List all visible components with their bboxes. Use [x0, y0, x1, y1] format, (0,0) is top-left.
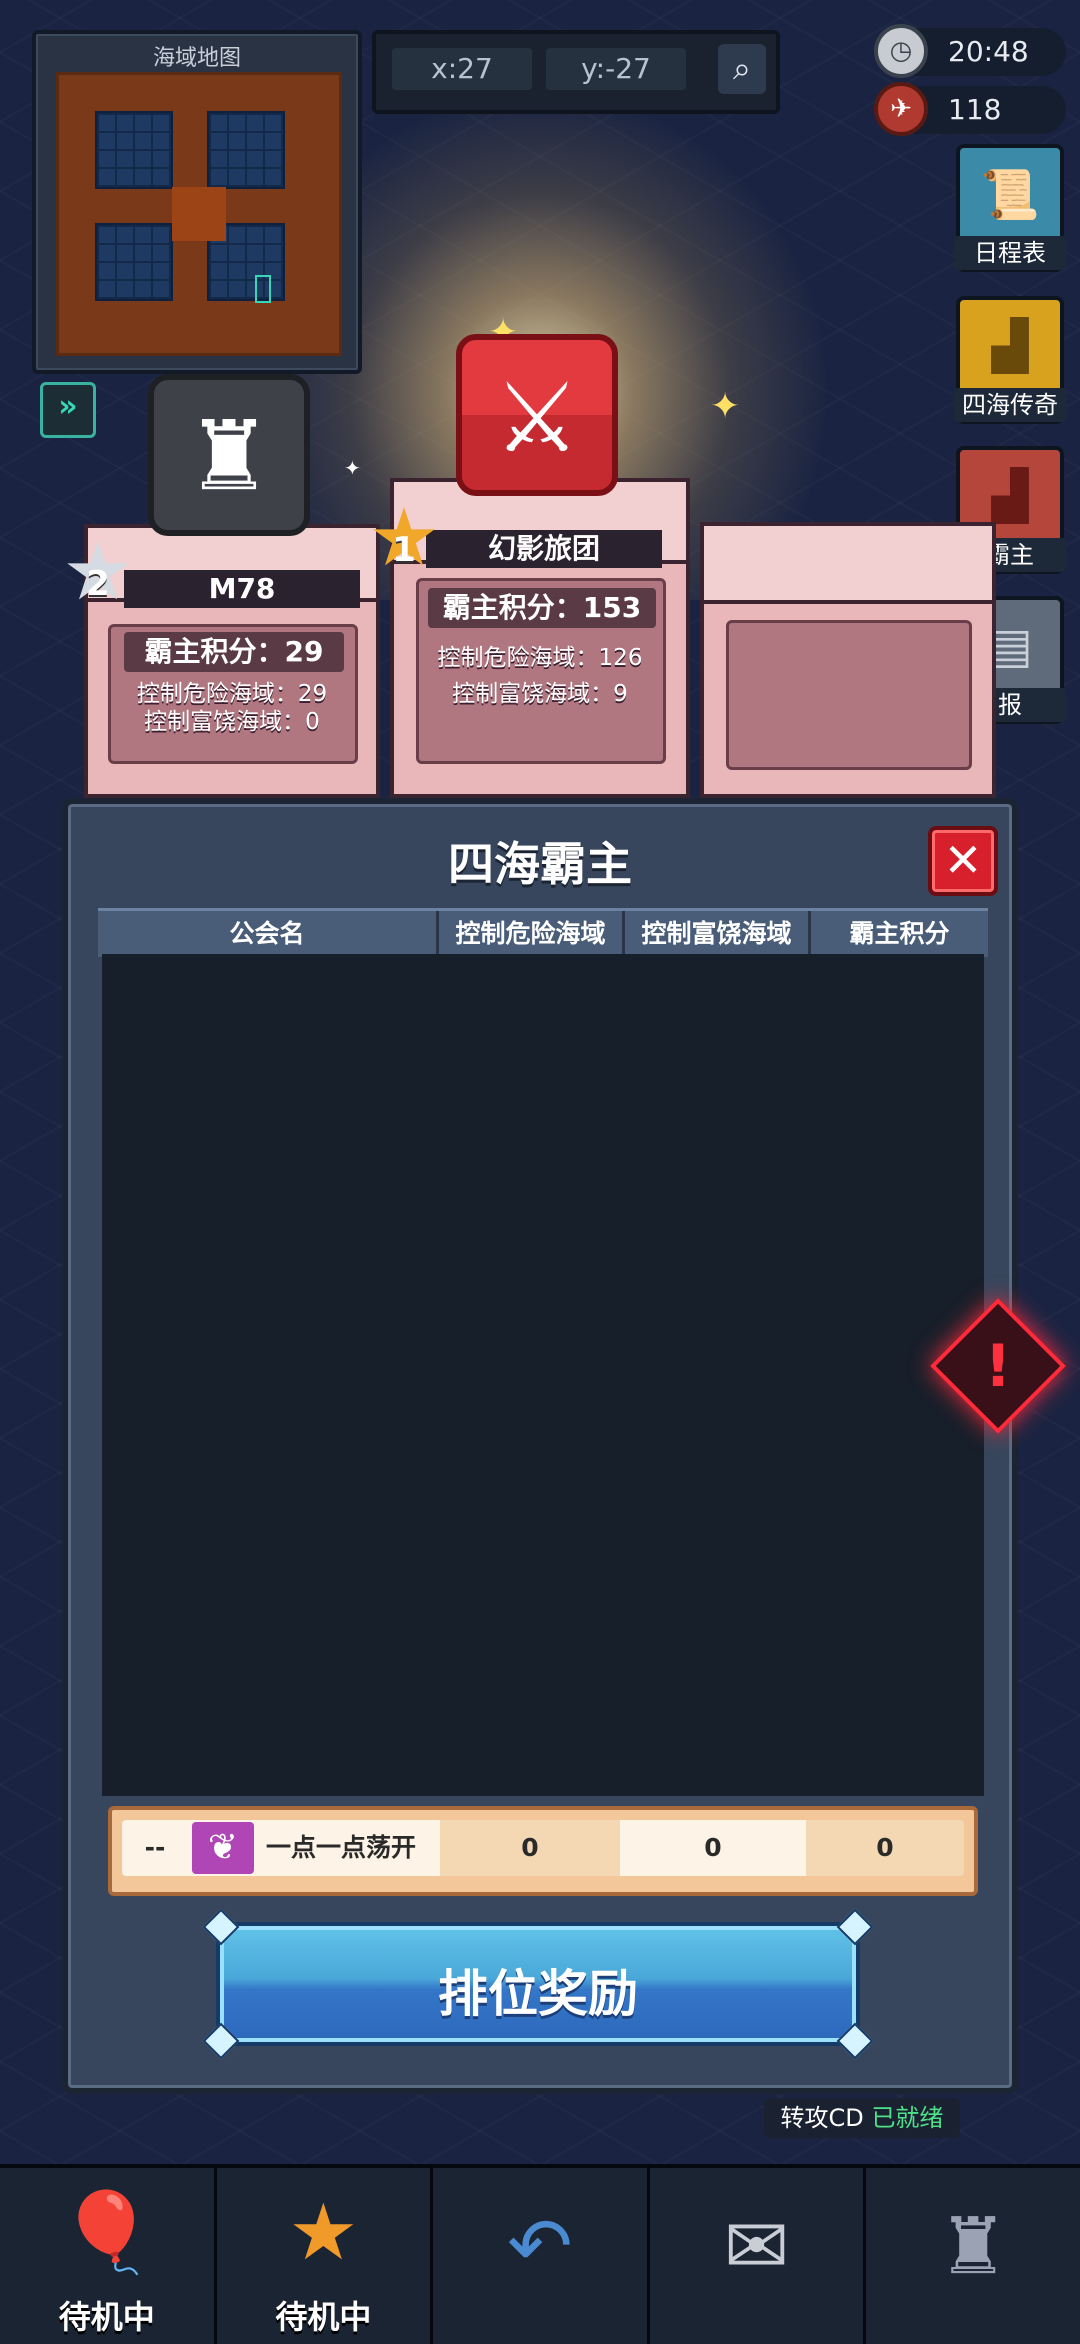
tab-fleet-2[interactable]: ★ 待机中: [216, 2168, 434, 2344]
my-rich-seas: 0: [620, 1820, 806, 1876]
balloon-icon: 🎈: [58, 2188, 156, 2278]
button-corner: [836, 2022, 874, 2060]
bottom-tab-bar: 🎈 待机中 ★ 待机中 ↶ ✉ ♜: [0, 2164, 1080, 2344]
four-seas-legend-label: 四海传奇: [954, 388, 1066, 422]
first-guild-emblem[interactable]: ⚔: [456, 334, 618, 496]
clock-display: ◷ 20:48: [874, 24, 1066, 78]
resource-count: 118: [948, 93, 1002, 126]
my-rank: --: [122, 1820, 188, 1876]
cooldown-label: 转攻CD: [780, 2104, 864, 2132]
button-corner: [836, 1908, 874, 1946]
tower-emblem-icon: ♜: [185, 400, 273, 512]
tab-fleet-1-label: 待机中: [58, 2298, 155, 2336]
column-guild-name: 公会名: [98, 911, 439, 957]
resource-counter: ✈ 118: [874, 82, 1066, 136]
podium-third[interactable]: [700, 600, 996, 798]
second-score: 霸主积分：29: [124, 632, 344, 672]
podium-first[interactable]: 霸主积分：153 控制危险海域：126 控制富饶海域：9: [390, 560, 690, 798]
guild-avatar: ❦: [188, 1820, 258, 1876]
my-overlord-score: 0: [806, 1820, 964, 1876]
four-seas-overlord-dialog: 四海霸主 ✕ 公会名 控制危险海域 控制富饶海域 霸主积分 -- ❦ 一点一点荡…: [62, 798, 1018, 2094]
first-score: 霸主积分：153: [428, 588, 656, 628]
tab-tower[interactable]: ♜: [866, 2168, 1080, 2344]
tab-fleet-1[interactable]: 🎈 待机中: [0, 2168, 217, 2344]
ranking-table-header: 公会名 控制危险海域 控制富饶海域 霸主积分: [98, 908, 988, 957]
my-guild-row: -- ❦ 一点一点荡开 0 0 0: [108, 1806, 978, 1896]
search-coordinate-button[interactable]: ⌕: [718, 44, 766, 94]
ranking-reward-button[interactable]: 排位奖励: [202, 1908, 874, 2060]
rank-star-gold-icon: ★ 1: [362, 496, 446, 580]
tab-fleet-2-label: 待机中: [275, 2298, 372, 2336]
button-corner: [202, 1908, 240, 1946]
dialog-title: 四海霸主: [448, 837, 632, 891]
first-rich-seas: 控制富饶海域：9: [452, 681, 628, 707]
minimap-title: 海域地图: [152, 46, 241, 71]
sparkle-icon: ✦: [710, 386, 741, 427]
minimap-center: [172, 187, 226, 241]
minimap-position-marker: [255, 275, 271, 303]
mail-icon: ✉: [723, 2202, 790, 2292]
exclamation-icon: !: [984, 1332, 1012, 1400]
column-danger-seas: 控制危险海域: [439, 911, 625, 957]
second-rank-number: 2: [86, 564, 110, 604]
podium-third-panel: [726, 620, 972, 770]
rank-star-silver-icon: ★ 2: [56, 530, 140, 614]
tower-icon: ♜: [938, 2202, 1009, 2292]
sparkle-icon: ✦: [344, 456, 361, 480]
podium-third-top: [700, 522, 996, 606]
attack-cooldown: 转攻CD 已就绪: [764, 2098, 960, 2138]
star-hero-icon: ★: [288, 2188, 359, 2278]
double-chevron-right-icon: »: [58, 389, 78, 424]
cooldown-status: 已就绪: [871, 2104, 944, 2132]
schedule-label: 日程表: [954, 236, 1066, 270]
schedule-button[interactable]: 📜 日程表: [954, 144, 1066, 272]
my-guild-row-cells: -- ❦ 一点一点荡开 0 0 0: [122, 1820, 964, 1876]
flag-ticket-icon: ✈: [874, 82, 928, 136]
first-guild-name: 幻影旅团: [426, 530, 662, 568]
my-guild-name: 一点一点荡开: [258, 1820, 440, 1876]
close-icon: ✕: [943, 833, 983, 887]
scroll-icon: 📜: [980, 167, 1040, 223]
first-danger-seas: 控制危险海域：126: [437, 645, 643, 671]
column-rich-seas: 控制富饶海域: [625, 911, 811, 957]
minimap-sea-block: [95, 223, 173, 301]
phoenix-emblem-icon: ❦: [192, 1822, 254, 1874]
first-rank-number: 1: [392, 530, 416, 570]
y-coordinate[interactable]: y:-27: [546, 48, 686, 90]
button-corner: [202, 2022, 240, 2060]
x-coordinate[interactable]: x:27: [392, 48, 532, 90]
column-overlord-score: 霸主积分: [849, 919, 950, 948]
four-seas-legend-button[interactable]: ▟ 四海传奇: [954, 296, 1066, 424]
close-button[interactable]: ✕: [928, 826, 998, 896]
my-danger-seas: 0: [440, 1820, 620, 1876]
clock-icon: ◷: [874, 24, 928, 78]
second-guild-emblem[interactable]: ♜: [148, 374, 310, 536]
sea-minimap[interactable]: 海域地图: [32, 30, 362, 374]
ranking-reward-label: 排位奖励: [438, 1965, 638, 2023]
podium-icon: ▟: [991, 468, 1029, 524]
second-rich-seas: 控制富饶海域：0: [144, 709, 320, 735]
clock-time: 20:48: [948, 35, 1029, 68]
minimap-sea-block: [95, 111, 173, 189]
back-arrow-icon: ↶: [507, 2202, 573, 2292]
search-icon: ⌕: [733, 49, 751, 87]
tab-mail[interactable]: ✉: [649, 2168, 867, 2344]
minimap-grid[interactable]: [56, 72, 342, 356]
podium-icon: ▟: [991, 318, 1029, 374]
second-guild-name: M78: [124, 570, 360, 608]
expand-minimap-button[interactable]: »: [40, 382, 96, 438]
podium-second[interactable]: 霸主积分：29 控制危险海域：29 控制富饶海域：0: [84, 598, 380, 798]
ranking-list[interactable]: [102, 954, 984, 1796]
minimap-sea-block: [207, 111, 285, 189]
coordinate-bar: x:27 y:-27 ⌕: [372, 30, 780, 114]
tab-back[interactable]: ↶: [433, 2168, 650, 2344]
crossed-swords-icon: ⚔: [493, 362, 581, 474]
